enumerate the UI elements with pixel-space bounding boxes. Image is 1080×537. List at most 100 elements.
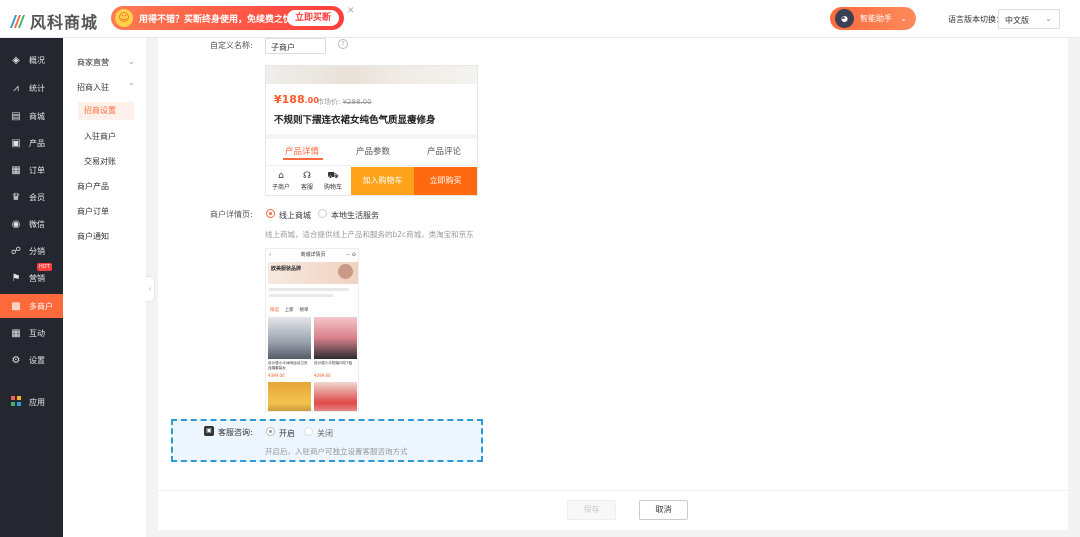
sidebar-item-interact[interactable]: ▦ 互动 [0, 321, 63, 345]
detail-page-hint: 线上商城，适合提供线上产品和服务的b2c商城，类淘宝和京东 [265, 230, 474, 239]
distribution-icon: ☍ [10, 245, 22, 257]
sidebar-item-mall[interactable]: ▤ 商城 [0, 104, 63, 128]
flag-icon: ⚑ [11, 272, 21, 284]
order-icon: ▦ [11, 164, 21, 176]
option-local-service[interactable]: 本地生活服务 [331, 210, 379, 221]
customer-service-hint: 开启后，入驻商户可独立设置客服咨询方式 [265, 447, 408, 456]
main-sidebar: ◈ 概况 ⩘ 统计 ▤ 商城 ▣ 产品 ▦ 订单 ♛ 会员 ◉ 微信 ☍ 分销 ⚑ 营销 HOT ▩… [0, 38, 63, 537]
market-price: 市场价: ¥288.00 [317, 98, 372, 106]
headset-icon: ☊ [303, 171, 311, 181]
sidebar-item-product[interactable]: ▣ 产品 [0, 131, 63, 155]
mini-action-service[interactable]: ☊ 客服 [296, 171, 318, 191]
sidebar-item-order[interactable]: ▦ 订单 [0, 158, 63, 182]
sidebar-item-settings[interactable]: ⚙ 设置 [0, 348, 63, 372]
option-online-mall[interactable]: 线上商城 [279, 210, 311, 221]
product-photo [314, 317, 357, 359]
brand-name: 风科商城 [30, 13, 99, 32]
brand-logo[interactable]: 风科商城 [8, 9, 98, 33]
chevron-down-icon: ⌄ [900, 14, 907, 23]
sidebar-item-distribution[interactable]: ☍ 分销 [0, 239, 63, 263]
option-service-on[interactable]: 开启 [279, 428, 295, 439]
product-price: ¥188.00 [274, 93, 319, 106]
product-price: ¥399.00 [268, 373, 285, 378]
language-select[interactable]: 中文版 ⌄ [998, 9, 1060, 29]
tab-product-detail[interactable]: 产品详情 [285, 145, 319, 157]
custom-name-input[interactable]: 子商户 [265, 38, 326, 54]
close-icon[interactable]: ✕ [347, 6, 355, 16]
assistant-button[interactable]: ◕ 智能助手 ⌄ [830, 7, 916, 30]
product-photo [314, 382, 357, 411]
active-tab-indicator [283, 158, 323, 160]
shop-icon: ⌂ [278, 171, 284, 181]
sidebar-collapse-toggle[interactable]: ‹ [146, 276, 155, 302]
shop-avatar [338, 264, 353, 279]
product-caption: 设计感小众短袖印花T恤 [314, 361, 353, 365]
custom-name-label: 自定义名称: [210, 41, 253, 50]
tab-product-reviews[interactable]: 产品评论 [427, 145, 461, 157]
subnav-reconciliation[interactable]: 交易对账 [84, 156, 116, 167]
subnav-merchant-orders[interactable]: 商户订单 [77, 206, 109, 217]
subnav-merchant-notice[interactable]: 商户通知 [77, 231, 109, 242]
cart-icon: ⛟ [327, 171, 339, 181]
store-icon: ▤ [11, 110, 21, 122]
subnav-merchant-products[interactable]: 商户产品 [77, 181, 109, 192]
logo-mark-icon [8, 12, 26, 30]
chevron-up-icon: ⌃ [128, 82, 135, 91]
language-value: 中文版 [1005, 16, 1029, 25]
phone-preview: ‹ 商城详情页 ··· ⊙ 欧美服装品牌 精选 上新 榜单 设计感小众休闲运动卫衣连… [265, 248, 359, 412]
subnav-recruit-settings[interactable]: 招商设置 [78, 102, 134, 120]
phone-tabs: 精选 上新 榜单 [270, 308, 309, 313]
promo-text: 用得不错？买断终身使用，免续费之忧！ [139, 14, 302, 25]
layers-icon: ◈ [12, 54, 20, 66]
mini-action-shop[interactable]: ⌂ 子商户 [270, 171, 292, 191]
add-to-cart-button[interactable]: 加入购物车 [351, 167, 414, 195]
sidebar-item-stats[interactable]: ⩘ 统计 [0, 76, 63, 100]
sidebar-item-wechat[interactable]: ◉ 微信 [0, 212, 63, 236]
radio-online-mall[interactable] [266, 209, 275, 218]
product-caption: 设计感小众休闲运动卫衣连帽套装女 [268, 361, 308, 370]
option-service-off[interactable]: 关闭 [317, 428, 333, 439]
save-button[interactable]: 保存 [567, 500, 616, 520]
subnav-joined-merchants[interactable]: 入驻商户 [84, 131, 116, 142]
sidebar-item-marketing[interactable]: ⚑ 营销 HOT [0, 263, 63, 290]
cancel-button[interactable]: 取消 [639, 500, 688, 520]
hot-badge: HOT [37, 263, 52, 271]
help-icon[interactable]: ? [338, 39, 348, 49]
phone-title: ‹ 商城详情页 ··· ⊙ [266, 249, 358, 261]
product-title: 不规则下摆连衣裙女纯色气质显瘦修身 [274, 115, 436, 126]
more-icon: ··· ⊙ [345, 252, 356, 258]
sidebar-item-multi-merchant[interactable]: ▩ 多商户 [0, 294, 63, 318]
service-icon: ▣ [204, 426, 214, 436]
tab-product-params[interactable]: 产品参数 [356, 145, 390, 157]
top-bar: 风科商城 ☺ 用得不错？买断终身使用，免续费之忧！ 立即买断 ✕ ◕ 智能助手 … [0, 0, 1080, 38]
chart-icon: ⩘ [13, 82, 19, 94]
mini-action-cart[interactable]: ⛟ 购物车 [322, 171, 344, 191]
apps-icon [10, 395, 22, 409]
radio-local-service[interactable] [318, 209, 327, 218]
promo-banner[interactable]: ☺ 用得不错？买断终身使用，免续费之忧！ 立即买断 [111, 6, 344, 30]
product-image [266, 66, 477, 84]
chevron-down-icon: ⌄ [1045, 14, 1052, 23]
wechat-icon: ◉ [11, 218, 21, 230]
product-price: ¥299.00 [314, 373, 331, 378]
radio-service-off[interactable] [304, 427, 313, 436]
chevron-down-icon: ⌄ [128, 57, 135, 66]
sidebar-item-apps[interactable]: 应用 [0, 390, 63, 414]
product-photo [268, 382, 311, 411]
radio-service-on[interactable] [266, 427, 275, 436]
subnav-merchant-direct[interactable]: 商家直营 ⌄ [77, 57, 135, 68]
multi-merchant-icon: ▩ [11, 300, 21, 312]
subnav-recruit[interactable]: 招商入驻 ⌃ [77, 82, 135, 93]
product-icon: ▣ [11, 137, 21, 149]
assistant-label: 智能助手 [860, 14, 892, 23]
customer-service-label: 客服咨询: [218, 428, 253, 437]
detail-page-label: 商户详情页: [210, 210, 253, 219]
buyout-button[interactable]: 立即买断 [286, 10, 339, 26]
promo-smile-icon: ☺ [115, 9, 133, 27]
back-icon: ‹ [269, 252, 271, 258]
divider [266, 134, 477, 139]
sidebar-item-overview[interactable]: ◈ 概况 [0, 48, 63, 72]
product-photo [268, 317, 311, 359]
sidebar-item-member[interactable]: ♛ 会员 [0, 185, 63, 209]
buy-now-button[interactable]: 立即购买 [414, 167, 477, 195]
